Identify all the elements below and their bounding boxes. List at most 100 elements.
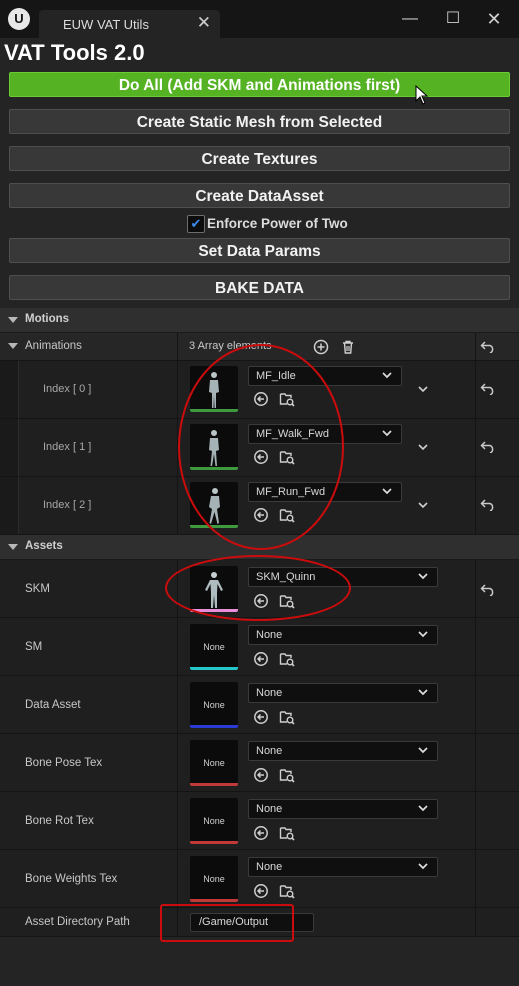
use-selected-icon[interactable] [253,825,269,841]
column-divider [177,333,178,360]
asset-thumbnail[interactable]: None [190,856,238,902]
thumbnail-none-label: None [203,758,225,768]
asset-name: None [256,861,283,873]
chevron-down-icon [382,430,392,437]
asset-picker-combo[interactable]: None [248,799,438,819]
caret-down-icon[interactable] [8,317,18,323]
asset-thumbnail[interactable]: None [190,624,238,670]
asset-type-accent [190,899,238,902]
reset-to-default-icon[interactable] [480,383,496,395]
tab-close-icon[interactable]: ✕ [197,13,211,33]
indent-guide [0,419,19,476]
column-divider [475,361,476,418]
reset-to-default-icon[interactable] [480,441,496,453]
index-label: Index [ 1 ] [43,441,92,453]
asset-directory-label: Asset Directory Path [25,916,130,928]
use-selected-icon[interactable] [253,651,269,667]
indent-guide [0,361,19,418]
page-title: VAT Tools 2.0 [4,40,145,65]
asset-row-bone-pose-tex: Bone Pose Tex None None [0,734,519,792]
column-divider [177,361,178,418]
chevron-down-icon [382,488,392,495]
bake-data-button[interactable]: BAKE DATA [9,275,510,300]
set-data-params-button[interactable]: Set Data Params [9,238,510,263]
create-textures-button[interactable]: Create Textures [9,146,510,171]
column-divider [177,850,178,907]
highlight-ellipse [178,344,344,550]
column-divider [475,419,476,476]
asset-row-label: Bone Rot Tex [25,815,94,827]
browse-asset-icon[interactable] [279,883,295,899]
highlight-ellipse [165,555,351,621]
delete-all-icon[interactable] [340,339,356,355]
close-window-button[interactable]: ✕ [474,5,514,33]
asset-row-label: Data Asset [25,699,81,711]
browse-asset-icon[interactable] [279,825,295,841]
title-bar: U EUW VAT Utils ✕ — ☐ ✕ [0,0,519,38]
asset-name: None [256,803,283,815]
thumbnail-none-label: None [203,642,225,652]
create-dataasset-button[interactable]: Create DataAsset [9,183,510,208]
expand-chevron-icon[interactable] [417,441,429,453]
browse-asset-icon[interactable] [279,767,295,783]
reset-to-default-icon[interactable] [480,584,496,596]
reset-to-default-icon[interactable] [480,499,496,511]
column-divider [475,477,476,534]
asset-row-data-asset: Data Asset None None [0,676,519,734]
minimize-button[interactable]: — [390,5,430,33]
asset-name: None [256,629,283,641]
column-divider [177,618,178,675]
use-selected-icon[interactable] [253,767,269,783]
chevron-down-icon [418,573,428,580]
create-static-mesh-button[interactable]: Create Static Mesh from Selected [9,109,510,134]
asset-thumbnail[interactable]: None [190,798,238,844]
do-all-button[interactable]: Do All (Add SKM and Animations first) [9,72,510,97]
thumbnail-none-label: None [203,816,225,826]
expand-chevron-icon[interactable] [417,499,429,511]
chevron-down-icon [418,689,428,696]
asset-picker-combo[interactable]: None [248,625,438,645]
expand-chevron-icon[interactable] [417,383,429,395]
asset-thumbnail[interactable]: None [190,682,238,728]
asset-row-label: SM [25,641,43,653]
unreal-logo-icon: U [8,8,30,30]
asset-row-sm: SM None None [0,618,519,676]
use-selected-icon[interactable] [253,709,269,725]
caret-down-icon[interactable] [8,544,18,550]
thumbnail-none-label: None [203,700,225,710]
add-element-icon[interactable] [313,339,329,355]
column-divider [177,676,178,733]
column-divider [475,792,476,849]
maximize-button[interactable]: ☐ [433,5,473,33]
asset-row-label: Bone Pose Tex [25,757,103,769]
chevron-down-icon [418,805,428,812]
column-divider [475,676,476,733]
editor-tab[interactable]: EUW VAT Utils ✕ [39,10,220,38]
enforce-power-of-two-checkbox[interactable]: ✔ [187,215,205,233]
asset-name: None [256,745,283,757]
asset-picker-combo[interactable]: None [248,741,438,761]
asset-picker-combo[interactable]: None [248,857,438,877]
asset-type-accent [190,841,238,844]
motions-section-label: Motions [25,313,70,325]
caret-down-icon[interactable] [8,343,18,349]
chevron-down-icon [382,372,392,379]
browse-asset-icon[interactable] [279,709,295,725]
asset-thumbnail[interactable]: None [190,740,238,786]
column-divider [475,618,476,675]
column-divider [475,560,476,617]
column-divider [475,734,476,791]
assets-section-label: Assets [25,540,63,552]
asset-picker-combo[interactable]: None [248,683,438,703]
asset-row-bone-weights-tex: Bone Weights Tex None None [0,850,519,908]
thumbnail-none-label: None [203,874,225,884]
chevron-down-icon [418,863,428,870]
motions-section-header[interactable]: Motions [0,308,519,333]
asset-type-accent [190,783,238,786]
column-divider [177,734,178,791]
mouse-cursor-icon [415,85,429,105]
browse-asset-icon[interactable] [279,651,295,667]
reset-to-default-icon[interactable] [480,341,496,353]
enforce-power-of-two-label: Enforce Power of Two [207,216,348,231]
use-selected-icon[interactable] [253,883,269,899]
